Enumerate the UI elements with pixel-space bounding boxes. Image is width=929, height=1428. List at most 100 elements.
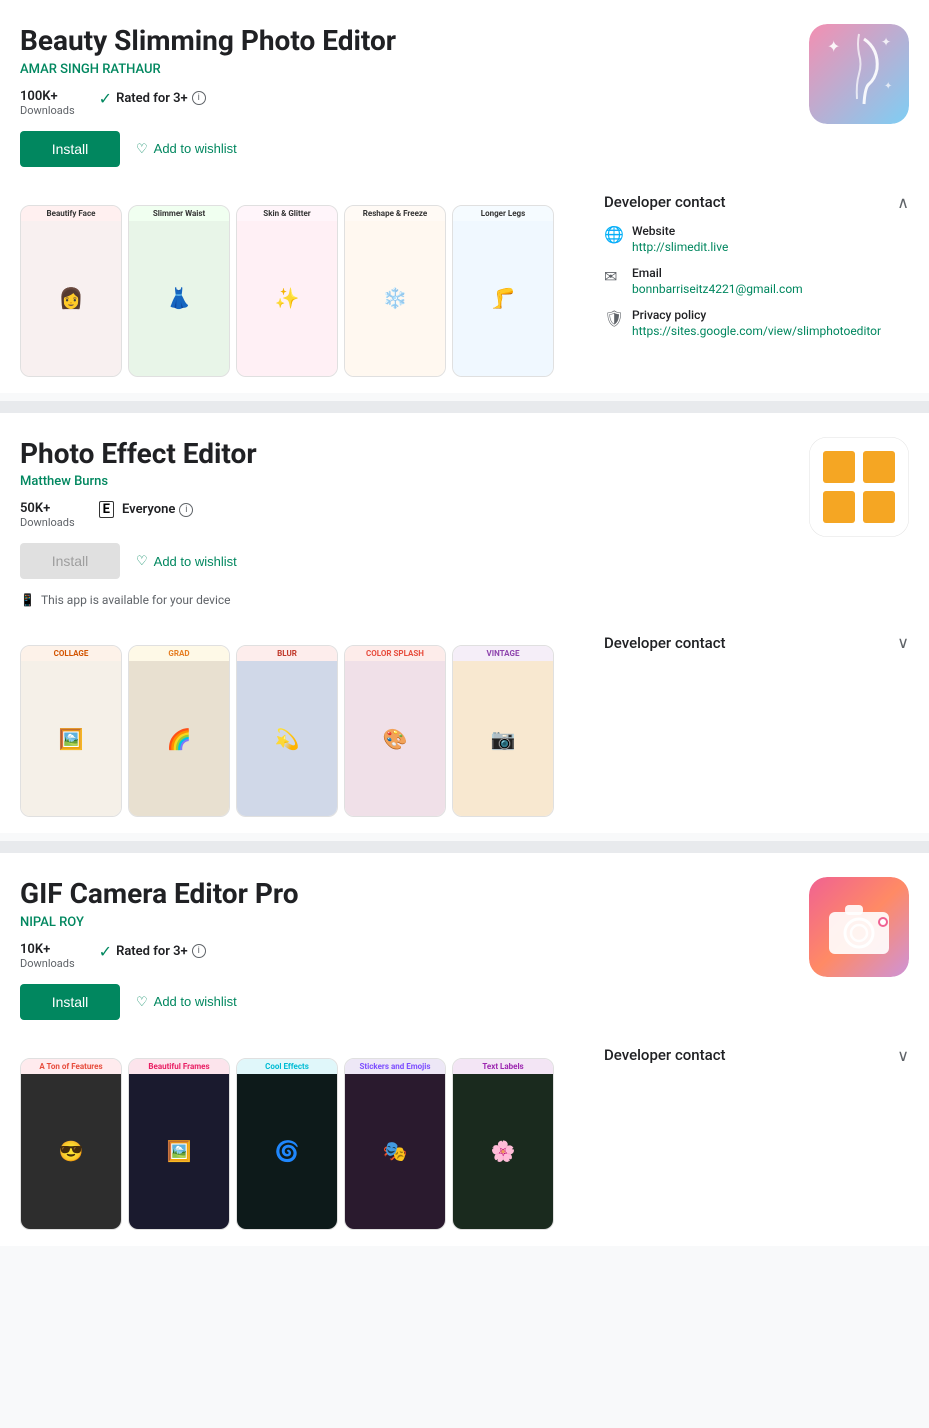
- ss-label-g4: Stickers and Emojis: [345, 1059, 445, 1074]
- ss-label-p1: COLLAGE: [21, 646, 121, 661]
- downloads-label: Downloads: [20, 104, 75, 117]
- downloads-value-2: 50K+: [20, 501, 75, 516]
- ss-label-2: Slimmer Waist: [129, 206, 229, 221]
- ss-image-4: ❄️: [345, 221, 445, 376]
- install-button[interactable]: Install: [20, 131, 120, 167]
- ss-image-p2: 🌈: [129, 661, 229, 816]
- rating-row-3: ✓ Rated for 3+ i: [99, 942, 206, 961]
- email-value[interactable]: bonnbarriseitz4221@gmail.com: [632, 282, 803, 296]
- app-header-left-3: GIF Camera Editor Pro NIPAL ROY 10K+ Dow…: [20, 877, 793, 1034]
- content-area-2: COLLAGE 🖼️ GRAD 🌈 BLUR 💫 COLOR SPLASH 🎨 …: [20, 633, 909, 833]
- app-author-3[interactable]: NIPAL ROY: [20, 915, 793, 930]
- ss-image-5: 🦵: [453, 221, 553, 376]
- chevron-up-icon: ∧: [897, 193, 909, 212]
- screenshot-g2: Beautiful Frames 🖼️: [128, 1058, 230, 1230]
- app-icon: ✦ ✦ ✦: [809, 24, 909, 124]
- screenshots-strip: Beautify Face 👩 Slimmer Waist 👗 Skin & G…: [20, 193, 580, 393]
- section-divider-1: [0, 401, 929, 413]
- screenshot-5: Longer Legs 🦵: [452, 205, 554, 377]
- app-photo-effect: Photo Effect Editor Matthew Burns 50K+ D…: [0, 413, 929, 834]
- ss-label-4: Reshape & Freeze: [345, 206, 445, 221]
- screenshot-g5: Text Labels 🌸: [452, 1058, 554, 1230]
- developer-contact-area-2: Developer contact ∨: [580, 633, 909, 833]
- screenshots-area-2: COLLAGE 🖼️ GRAD 🌈 BLUR 💫 COLOR SPLASH 🎨 …: [20, 633, 580, 833]
- info-icon-2[interactable]: i: [179, 503, 193, 517]
- screenshot-3: Skin & Glitter ✨: [236, 205, 338, 377]
- ss-label-g3: Cool Effects: [237, 1059, 337, 1074]
- screenshot-p3: BLUR 💫: [236, 645, 338, 817]
- info-icon[interactable]: i: [192, 91, 206, 105]
- privacy-value[interactable]: https://sites.google.com/view/slimphotoe…: [632, 324, 881, 338]
- app-stats-3: 10K+ Downloads ✓ Rated for 3+ i: [20, 942, 793, 970]
- chevron-down-icon-2: ∨: [897, 633, 909, 652]
- app-header-3: GIF Camera Editor Pro NIPAL ROY 10K+ Dow…: [20, 877, 909, 1034]
- developer-contact-area-3: Developer contact ∨: [580, 1046, 909, 1246]
- developer-contact-title-3: Developer contact: [604, 1046, 726, 1064]
- app-actions: Install ♡ Add to wishlist: [20, 131, 793, 167]
- website-value[interactable]: http://slimedit.live: [632, 240, 728, 254]
- wishlist-label-3: Add to wishlist: [154, 994, 237, 1009]
- developer-contact-header-3[interactable]: Developer contact ∨: [604, 1046, 909, 1065]
- downloads-stat: 100K+ Downloads: [20, 89, 75, 117]
- app-actions-3: Install ♡ Add to wishlist: [20, 984, 793, 1020]
- wishlist-button-3[interactable]: ♡ Add to wishlist: [136, 994, 237, 1010]
- app-gif-camera: GIF Camera Editor Pro NIPAL ROY 10K+ Dow…: [0, 853, 929, 1246]
- app-icon-3: [809, 877, 909, 977]
- app-header-left-2: Photo Effect Editor Matthew Burns 50K+ D…: [20, 437, 793, 622]
- rating-stat: ✓ Rated for 3+ i: [99, 89, 206, 117]
- developer-contact-header[interactable]: Developer contact ∧: [604, 193, 909, 212]
- app-icon-svg: ✦ ✦ ✦: [809, 24, 909, 124]
- email-info: Email bonnbarriseitz4221@gmail.com: [632, 266, 803, 296]
- screenshot-p2: GRAD 🌈: [128, 645, 230, 817]
- rating-stat-2: E Everyone i: [99, 501, 194, 529]
- screenshot-p1: COLLAGE 🖼️: [20, 645, 122, 817]
- ss-label-p5: VINTAGE: [453, 646, 553, 661]
- ss-label-p4: COLOR SPLASH: [345, 646, 445, 661]
- install-button-2[interactable]: Install: [20, 543, 120, 579]
- svg-text:✦: ✦: [827, 37, 840, 56]
- ss-image-g1: 😎: [21, 1074, 121, 1229]
- downloads-label-2: Downloads: [20, 516, 75, 529]
- ss-label-3: Skin & Glitter: [237, 206, 337, 221]
- app-beauty-slimming: Beauty Slimming Photo Editor AMAR SINGH …: [0, 0, 929, 393]
- chevron-down-icon-3: ∨: [897, 1046, 909, 1065]
- rating-e-badge: E: [99, 501, 114, 518]
- app-stats: 100K+ Downloads ✓ Rated for 3+ i: [20, 89, 793, 117]
- email-item: ✉ Email bonnbarriseitz4221@gmail.com: [604, 266, 909, 296]
- email-icon: ✉: [604, 267, 622, 285]
- wishlist-button[interactable]: ♡ Add to wishlist: [136, 141, 237, 157]
- app-icon-svg-2: [809, 437, 909, 537]
- developer-contact-title: Developer contact: [604, 193, 726, 211]
- rating-value: Rated for 3+: [116, 91, 188, 106]
- ss-label-g5: Text Labels: [453, 1059, 553, 1074]
- app-author[interactable]: AMAR SINGH RATHAUR: [20, 62, 793, 77]
- rating-value-3: Rated for 3+: [116, 944, 188, 959]
- app-header-left: Beauty Slimming Photo Editor AMAR SINGH …: [20, 24, 793, 181]
- device-notice-text: This app is available for your device: [41, 593, 231, 607]
- developer-contact-header-2[interactable]: Developer contact ∨: [604, 633, 909, 652]
- rating-row: ✓ Rated for 3+ i: [99, 89, 206, 108]
- ss-image-p1: 🖼️: [21, 661, 121, 816]
- downloads-value: 100K+: [20, 89, 75, 104]
- section-divider-2: [0, 841, 929, 853]
- app-actions-2: Install ♡ Add to wishlist: [20, 543, 793, 579]
- developer-contact-title-2: Developer contact: [604, 634, 726, 652]
- ss-label-p3: BLUR: [237, 646, 337, 661]
- ss-label-5: Longer Legs: [453, 206, 553, 221]
- svg-text:✦: ✦: [881, 35, 891, 49]
- app-author-2[interactable]: Matthew Burns: [20, 474, 793, 489]
- privacy-label: Privacy policy: [632, 308, 881, 322]
- ss-label-g1: A Ton of Features: [21, 1059, 121, 1074]
- rating-check-icon: ✓: [99, 89, 112, 108]
- ss-image-1: 👩: [21, 221, 121, 376]
- screenshot-p4: COLOR SPLASH 🎨: [344, 645, 446, 817]
- privacy-info: Privacy policy https://sites.google.com/…: [632, 308, 881, 338]
- website-item: 🌐 Website http://slimedit.live: [604, 224, 909, 254]
- install-button-3[interactable]: Install: [20, 984, 120, 1020]
- info-icon-3[interactable]: i: [192, 944, 206, 958]
- wishlist-button-2[interactable]: ♡ Add to wishlist: [136, 553, 237, 569]
- screenshots-area: Beautify Face 👩 Slimmer Waist 👗 Skin & G…: [20, 193, 580, 393]
- screenshot-1: Beautify Face 👩: [20, 205, 122, 377]
- ss-image-p3: 💫: [237, 661, 337, 816]
- app-header-2: Photo Effect Editor Matthew Burns 50K+ D…: [20, 437, 909, 622]
